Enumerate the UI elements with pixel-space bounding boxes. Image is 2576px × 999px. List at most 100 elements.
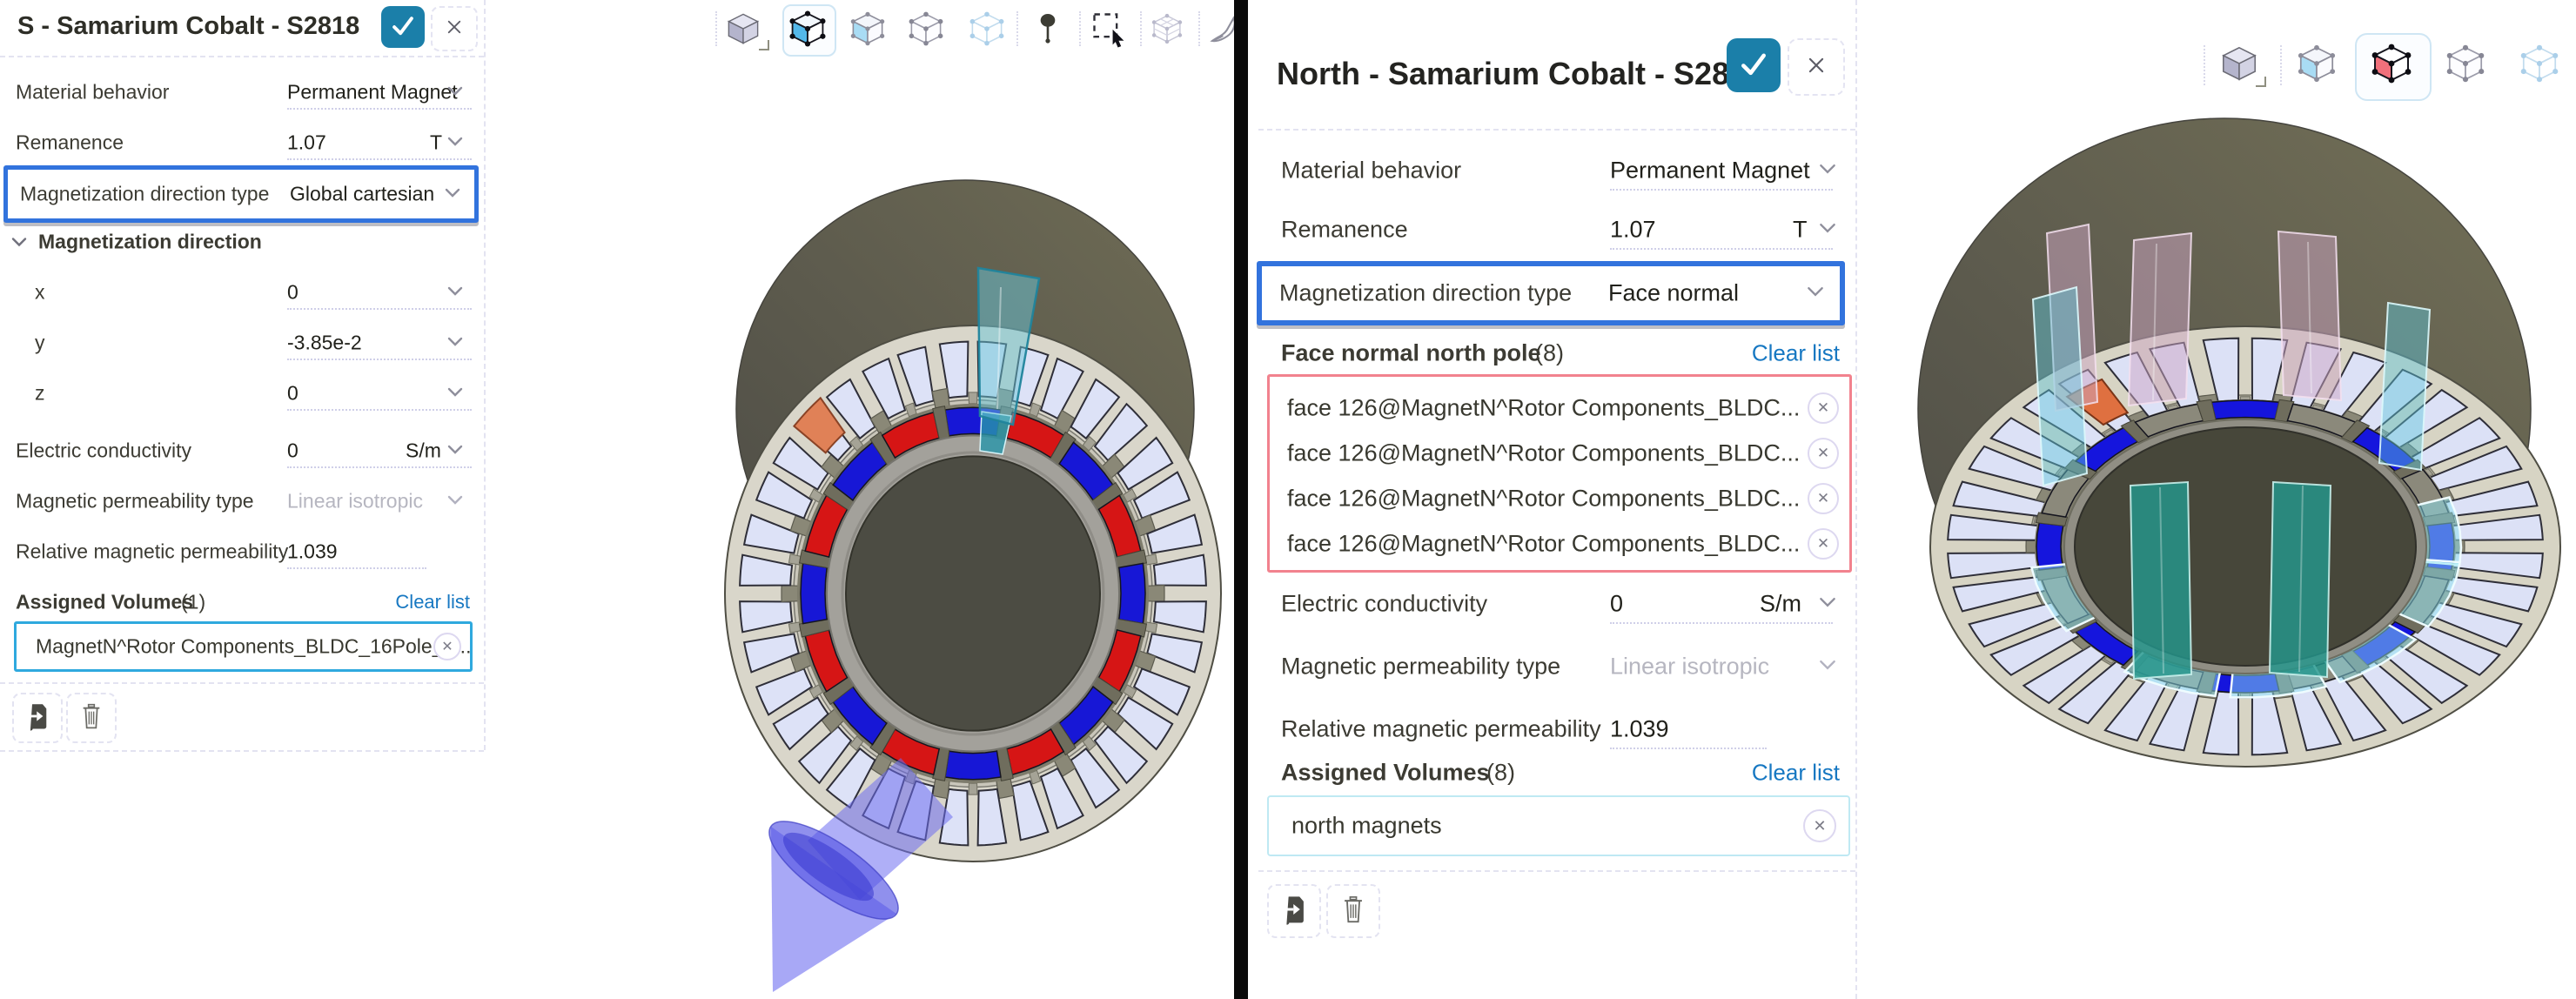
face-list-item[interactable]: face 126@MagnetN^Rotor Components_BLDC..… [1270,478,1849,520]
collapse-chevron-icon[interactable] [11,238,27,247]
value-input[interactable]: 0 [287,281,299,305]
chevron-down-icon[interactable] [1819,163,1836,178]
chip-label: MagnetN^Rotor Components_BLDC_16Pole_2..… [36,635,471,659]
remove-face-icon[interactable]: ✕ [1808,528,1839,560]
assigned-volumes-label: Assigned Volumes [1281,760,1490,787]
value-input[interactable]: -3.85e-2 [287,332,362,355]
face-item-label: face 126@MagnetN^Rotor Components_BLDC..… [1287,531,1800,558]
field-material-behavior: Material behavior Permanent Magnet [0,75,484,110]
field-label: Magnetic permeability type [16,490,254,513]
value-input[interactable]: 1.039 [1610,716,1669,743]
chevron-down-icon[interactable] [447,84,463,100]
close-icon [441,14,467,44]
magnetization-direction-type-highlight: Magnetization direction type Global cart… [3,165,479,223]
view-cube-button[interactable] [2217,42,2261,85]
3d-viewport-right[interactable] [1859,0,2576,999]
remove-face-icon[interactable]: ✕ [1808,438,1839,469]
value-input[interactable]: 1.07 [1610,217,1656,244]
close-button[interactable] [1788,38,1845,96]
magnetization-direction-type-highlight: Magnetization direction type Face normal [1257,261,1845,325]
field-remanence: Remanence 1.07 T [1258,211,1855,249]
chevron-down-icon[interactable] [1819,659,1836,674]
clear-list-link[interactable]: Clear list [1752,340,1840,367]
field-underline [287,108,472,110]
remove-chip-icon[interactable]: ✕ [433,633,461,660]
assigned-volume-chip[interactable]: north magnets ✕ [1267,795,1850,856]
face-normal-list: face 126@MagnetN^Rotor Components_BLDC..… [1267,374,1852,573]
dropdown-value[interactable]: Face normal [1608,280,1739,307]
chevron-down-icon[interactable] [445,186,460,202]
3d-viewport-left[interactable] [486,0,1234,999]
chevron-down-icon[interactable] [447,493,463,509]
section-magnetization-direction: Magnetization direction [0,225,484,259]
select-vertex-button[interactable] [2518,42,2561,85]
select-edge-button[interactable] [2444,42,2487,85]
face-list-item[interactable]: face 126@MagnetN^Rotor Components_BLDC..… [1270,432,1849,474]
field-underline [287,158,472,160]
chevron-down-icon[interactable] [447,135,463,151]
field-z: z 0 [0,376,484,411]
unit-value[interactable]: T [430,131,442,155]
face-list-item[interactable]: face 126@MagnetN^Rotor Components_BLDC..… [1270,523,1849,565]
field-electric-conductivity: Electric conductivity 0 S/m [1258,585,1855,623]
chevron-down-icon[interactable] [447,285,463,300]
check-icon [1736,46,1771,85]
chevron-down-icon[interactable] [447,335,463,351]
value-input[interactable]: 1.07 [287,131,326,155]
dropdown-value[interactable]: Linear isotropic [1610,654,1769,681]
screenshot-divider [1234,0,1248,999]
unit-value[interactable]: T [1793,217,1808,244]
value-input[interactable]: 1.039 [287,540,338,564]
field-material-behavior: Material behavior Permanent Magnet [1258,151,1855,190]
view-cube-corner-icon [2256,77,2266,87]
field-label: Material behavior [16,81,169,104]
chevron-down-icon[interactable] [447,386,463,401]
field-x: x 0 [0,275,484,310]
dropdown-value[interactable]: Linear isotropic [287,490,423,513]
field-underline [287,308,472,310]
chevron-down-icon[interactable] [1807,285,1824,301]
field-underline [1610,248,1833,250]
face-list-item[interactable]: face 126@MagnetN^Rotor Components_BLDC..… [1270,387,1849,429]
dropdown-value[interactable]: Permanent Magnet [1610,158,1810,184]
select-volume-button[interactable] [2295,42,2338,85]
dropdown-value[interactable]: Permanent Magnet [287,81,458,104]
remove-face-icon[interactable]: ✕ [1808,483,1839,514]
value-input[interactable]: 0 [1610,591,1623,618]
field-label: Relative magnetic permeability [16,540,288,564]
confirm-button[interactable] [1727,38,1781,92]
import-selection-icon [1278,894,1310,929]
select-face-button[interactable] [2370,42,2413,85]
unit-value[interactable]: S/m [1760,591,1801,618]
remove-chip-icon[interactable]: ✕ [1803,809,1836,842]
assigned-volume-chip[interactable]: MagnetN^Rotor Components_BLDC_16Pole_2..… [14,621,473,672]
unit-value[interactable]: S/m [406,439,441,463]
field-relative-magnetic-permeability: Relative magnetic permeability 1.039 [0,534,484,569]
value-input[interactable]: 0 [287,382,299,406]
section-label: Magnetization direction [38,231,262,254]
dropdown-value[interactable]: Global cartesian [290,183,434,206]
remove-face-icon[interactable]: ✕ [1808,392,1839,424]
check-icon [388,10,418,44]
chevron-down-icon[interactable] [1819,222,1836,238]
delete-button[interactable] [1326,884,1380,938]
assigned-volumes-count: (1) [181,591,205,614]
title-separator [0,56,484,57]
panel-right-border [1855,0,1857,999]
clear-list-link[interactable]: Clear list [395,591,470,613]
assign-selection-button[interactable] [12,693,63,743]
clear-list-link[interactable]: Clear list [1752,760,1840,787]
field-underline [287,466,472,468]
field-relative-magnetic-permeability: Relative magnetic permeability 1.039 [1258,710,1855,748]
close-button[interactable] [431,6,478,51]
field-label: Electric conductivity [1281,591,1487,618]
delete-button[interactable] [66,693,117,743]
chevron-down-icon[interactable] [1819,596,1836,612]
value-input[interactable]: 0 [287,439,299,463]
left-panel-title: S - Samarium Cobalt - S2818 [17,12,359,41]
confirm-button[interactable] [381,6,425,48]
face-item-label: face 126@MagnetN^Rotor Components_BLDC..… [1287,486,1800,513]
chevron-down-icon[interactable] [447,443,463,459]
assigned-volumes-header: Assigned Volumes (1) Clear list [0,585,484,620]
assign-selection-button[interactable] [1267,884,1321,938]
